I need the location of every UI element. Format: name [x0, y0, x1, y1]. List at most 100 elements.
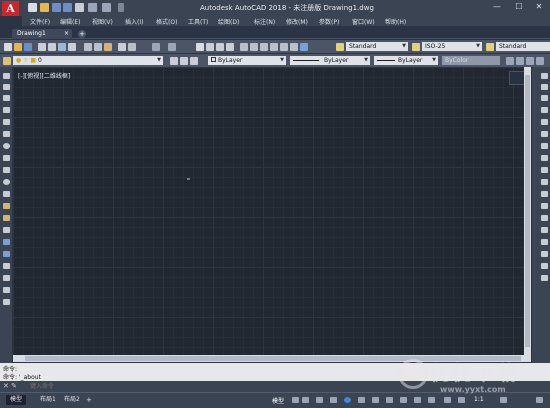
menu-draw[interactable]: 绘图(D): [218, 17, 239, 26]
construction-line-icon[interactable]: [3, 84, 10, 90]
layer-properties-icon[interactable]: [3, 57, 11, 65]
open-icon[interactable]: [14, 43, 22, 51]
drawing-canvas[interactable]: [-][俯视][二维线框]: [13, 67, 531, 355]
lineweight-icon[interactable]: [400, 397, 407, 403]
cut-icon[interactable]: [84, 43, 92, 51]
plot-icon[interactable]: [75, 3, 84, 12]
text-style-icon[interactable]: [336, 43, 344, 51]
move-icon[interactable]: [541, 131, 548, 137]
ortho-icon[interactable]: [330, 397, 337, 403]
break-at-point-icon[interactable]: [541, 203, 548, 209]
scale-icon[interactable]: [541, 155, 548, 161]
save-icon[interactable]: [24, 43, 32, 51]
rectangle-icon[interactable]: [3, 119, 10, 125]
array-icon[interactable]: [541, 119, 548, 125]
menu-modify[interactable]: 修改(M): [286, 17, 308, 26]
new-tab-button[interactable]: +: [78, 30, 86, 38]
tab-layout1[interactable]: 布局1: [36, 395, 60, 405]
maximize-button[interactable]: ☐: [508, 0, 530, 14]
infer-constraints-icon[interactable]: [316, 397, 323, 403]
menu-window[interactable]: 窗口(W): [352, 17, 375, 26]
menu-tools[interactable]: 工具(T): [188, 17, 208, 26]
snap-icon[interactable]: [302, 397, 309, 403]
arc-icon[interactable]: [3, 131, 10, 137]
tab-drawing1[interactable]: Drawing1 ×: [12, 29, 72, 39]
zoom-window-icon[interactable]: [216, 43, 224, 51]
minimize-button[interactable]: —: [486, 0, 508, 14]
tool-palettes-icon[interactable]: [260, 43, 268, 51]
region-icon[interactable]: [3, 263, 10, 269]
mirror-icon[interactable]: [541, 95, 548, 101]
new-icon[interactable]: [4, 43, 12, 51]
lineweight-select[interactable]: ByLayer ▼: [374, 56, 438, 65]
model-space-toggle[interactable]: 模型: [272, 396, 284, 405]
copy-icon[interactable]: [94, 43, 102, 51]
join-icon[interactable]: [541, 227, 548, 233]
zoom-previous-icon[interactable]: [226, 43, 234, 51]
object-snap-icon[interactable]: [386, 397, 393, 403]
dim-style-icon[interactable]: [412, 43, 420, 51]
menu-view[interactable]: 视图(V): [92, 17, 113, 26]
publish-icon[interactable]: [58, 43, 66, 51]
autocad-logo-icon[interactable]: A: [2, 1, 19, 16]
match-properties-icon[interactable]: [118, 43, 126, 51]
stretch-icon[interactable]: [541, 167, 548, 173]
plot-preview-icon[interactable]: [48, 43, 56, 51]
menu-edit[interactable]: 编辑(E): [60, 17, 80, 26]
redo-icon[interactable]: [168, 43, 176, 51]
line-icon[interactable]: [3, 73, 10, 79]
menu-format[interactable]: 格式(O): [156, 17, 177, 26]
quickcalc-icon[interactable]: [290, 43, 298, 51]
open-icon[interactable]: [40, 3, 49, 12]
properties-icon[interactable]: [240, 43, 248, 51]
transparency-icon[interactable]: [414, 397, 421, 403]
make-current-icon[interactable]: [170, 57, 178, 65]
design-center-icon[interactable]: [250, 43, 258, 51]
close-tab-icon[interactable]: ×: [64, 29, 69, 39]
customization-icon[interactable]: [536, 397, 543, 403]
undo-icon[interactable]: [152, 43, 160, 51]
gradient-icon[interactable]: [3, 251, 10, 257]
viewcube-icon[interactable]: [509, 71, 525, 85]
help-icon[interactable]: [300, 43, 308, 51]
layer-select[interactable]: ● ☼ ■ 0 ▼: [13, 56, 163, 65]
block-editor-icon[interactable]: [128, 43, 136, 51]
table-icon[interactable]: [3, 275, 10, 281]
multiline-text-icon[interactable]: [3, 287, 10, 293]
object-snap-tracking-icon[interactable]: [372, 397, 379, 403]
ellipse-arc-icon[interactable]: [3, 191, 10, 197]
table-style-select[interactable]: Standard: [496, 42, 550, 51]
close-button[interactable]: ✕: [528, 0, 550, 14]
grid-icon[interactable]: [292, 397, 299, 403]
save-as-icon[interactable]: [63, 3, 72, 12]
layer-state-icon[interactable]: [190, 57, 198, 65]
sheet-set-icon[interactable]: [270, 43, 278, 51]
horizontal-scroll-thumb[interactable]: [25, 356, 521, 361]
command-line-options-icon[interactable]: ✕ ✎: [3, 382, 17, 390]
workspace-icon-4[interactable]: [536, 57, 544, 65]
vertical-scrollbar[interactable]: [524, 67, 531, 355]
explode-icon[interactable]: [541, 275, 548, 281]
polygon-icon[interactable]: [3, 107, 10, 113]
annotation-scale[interactable]: 1:1: [474, 396, 484, 403]
blend-curves-icon[interactable]: [541, 263, 548, 269]
new-icon[interactable]: [28, 3, 37, 12]
annotation-monitor-icon[interactable]: [444, 397, 451, 403]
horizontal-scrollbar[interactable]: [13, 355, 531, 362]
menu-insert[interactable]: 插入(I): [125, 17, 143, 26]
make-block-icon[interactable]: [3, 215, 10, 221]
erase-icon[interactable]: [541, 73, 548, 79]
revision-cloud-icon[interactable]: [3, 155, 10, 161]
dim-style-select[interactable]: ISO-25 ▼: [422, 42, 482, 51]
add-selected-icon[interactable]: [3, 299, 10, 305]
workspace-icon-1[interactable]: [506, 57, 514, 65]
spline-icon[interactable]: [3, 167, 10, 173]
paste-icon[interactable]: [104, 43, 112, 51]
isodraft-icon[interactable]: [358, 397, 365, 403]
fillet-icon[interactable]: [541, 251, 548, 257]
menu-file[interactable]: 文件(F): [30, 17, 50, 26]
add-layout-button[interactable]: +: [86, 396, 92, 404]
trim-icon[interactable]: [541, 179, 548, 185]
layer-previous-icon[interactable]: [180, 57, 188, 65]
selection-cycling-icon[interactable]: [428, 397, 435, 403]
